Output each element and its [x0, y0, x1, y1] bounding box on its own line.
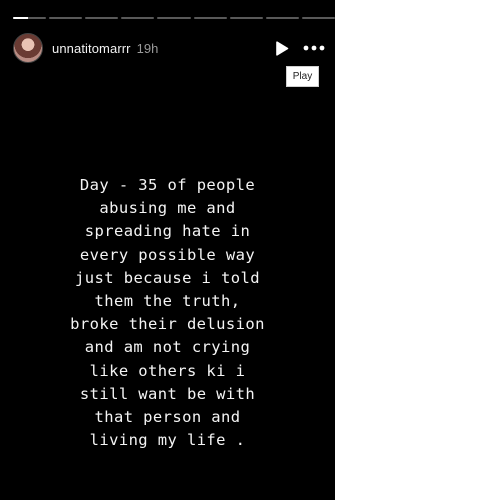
progress-segment — [49, 17, 83, 19]
story-text-line: Day - 35 of people — [79, 176, 256, 194]
story-viewer: unnatitomarrr 19h Play Day - 35 of peopl… — [0, 0, 335, 500]
play-tooltip: Play — [286, 66, 319, 87]
story-text-line: like others ki i — [89, 361, 246, 380]
story-text-line: them the truth, — [94, 292, 241, 311]
progress-segment-fill — [13, 17, 28, 19]
progress-segment — [85, 17, 119, 19]
story-text-line: and am not crying — [84, 338, 251, 357]
progress-segment — [157, 17, 191, 19]
progress-segment — [121, 17, 155, 19]
more-options-button[interactable] — [301, 35, 327, 61]
story-text-line: spreading hate in — [84, 222, 251, 241]
story-header: unnatitomarrr 19h — [13, 31, 327, 65]
story-text-line: every possible way — [79, 245, 256, 264]
timestamp: 19h — [136, 40, 159, 56]
progress-segment — [193, 17, 227, 19]
story-text-line: living my life . — [89, 431, 246, 450]
story-text-line: just because i told — [75, 268, 260, 287]
progress-segment — [229, 17, 263, 19]
story-text-line: broke their delusion — [70, 315, 265, 334]
progress-segment — [301, 17, 335, 19]
story-progress-bar — [13, 17, 335, 19]
progress-segment — [265, 17, 299, 19]
story-text-line: abusing me and — [99, 199, 236, 218]
more-horizontal-icon — [303, 45, 325, 51]
avatar[interactable] — [13, 33, 43, 63]
story-text-line: still want be with — [79, 384, 256, 403]
play-button[interactable] — [269, 35, 295, 61]
progress-segment — [13, 17, 47, 19]
story-text-line: that person and — [94, 408, 241, 427]
story-text: Day - 35 of people abusing me and spreadin… — [0, 174, 335, 452]
play-icon — [276, 40, 289, 56]
username[interactable]: unnatitomarrr — [52, 41, 131, 56]
